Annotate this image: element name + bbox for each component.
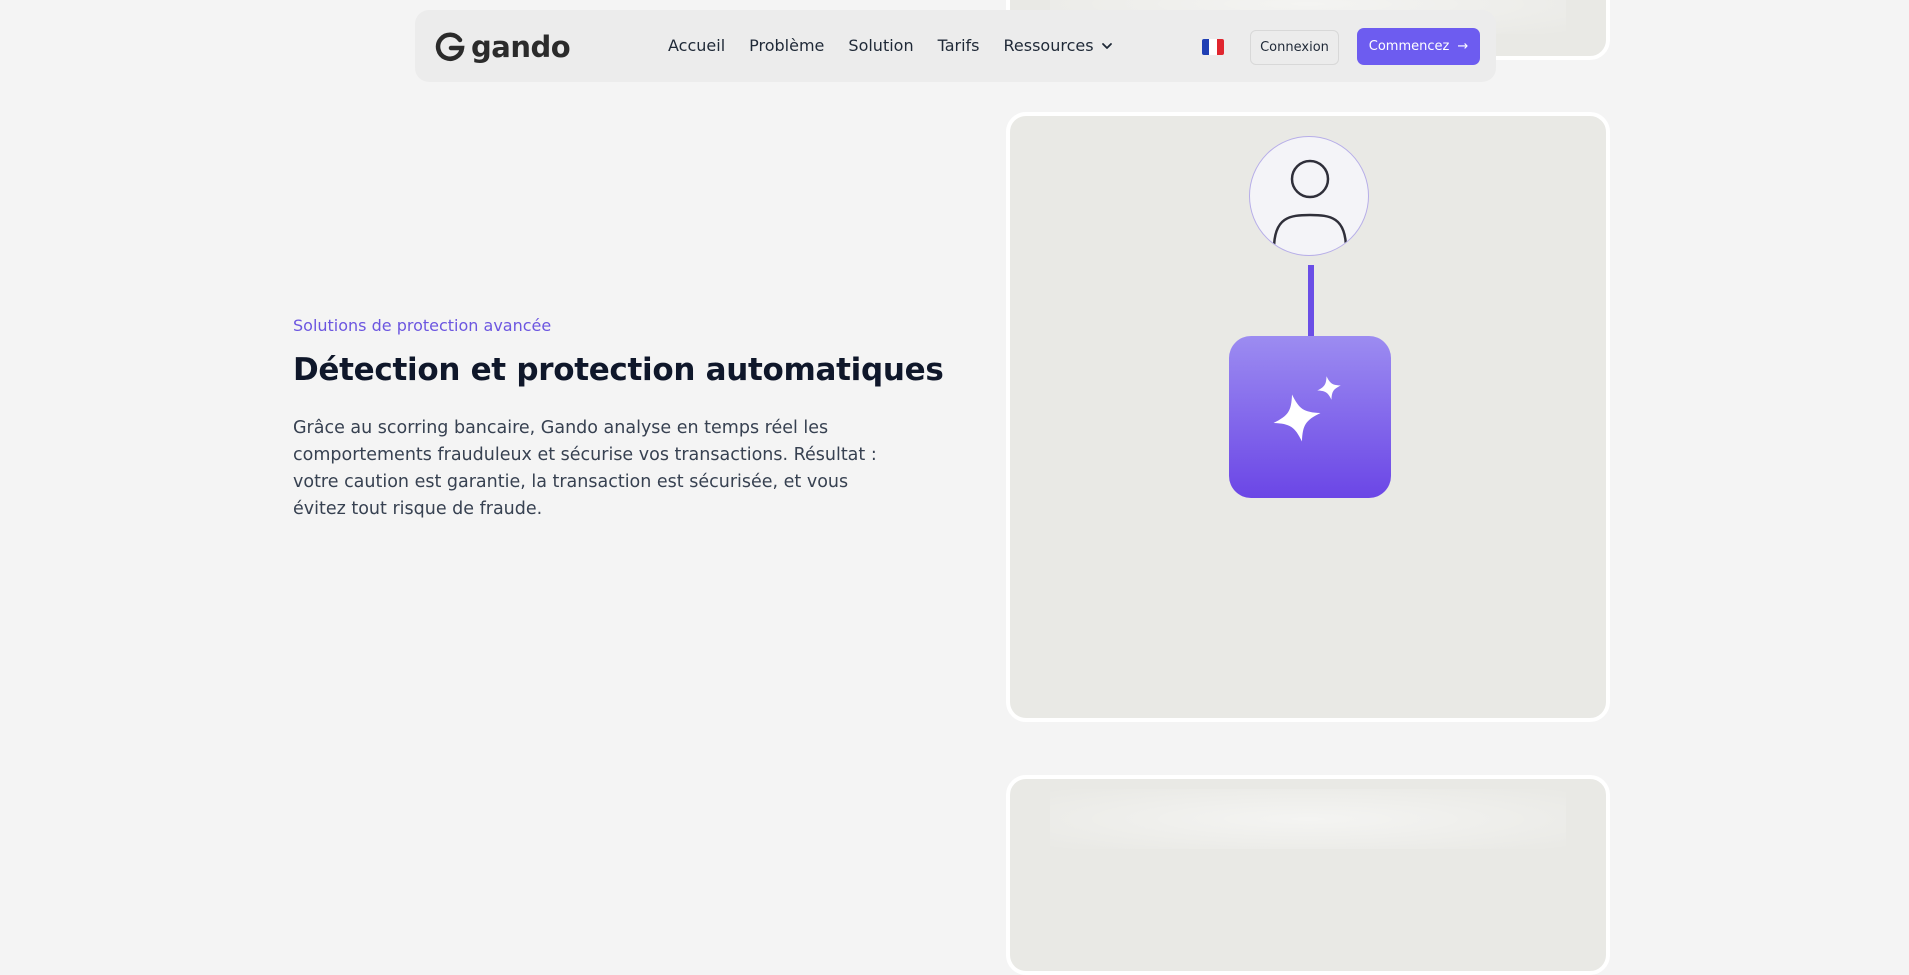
brand-logo[interactable]: gando xyxy=(435,29,571,65)
section-description: Grâce au scorring bancaire, Gando analys… xyxy=(293,418,877,519)
connector-line xyxy=(1308,265,1314,338)
nav-link-tarifs[interactable]: Tarifs xyxy=(938,34,980,58)
gando-logo-icon xyxy=(435,32,465,61)
sparkles-tile xyxy=(1229,336,1391,498)
user-avatar-icon xyxy=(1249,136,1369,256)
feature-card-next xyxy=(1006,775,1610,975)
fr-flag-icon[interactable] xyxy=(1202,39,1224,55)
nav-link-probleme[interactable]: Problème xyxy=(749,34,824,58)
login-button[interactable]: Connexion xyxy=(1250,30,1339,65)
nav-links: Accueil Problème Solution Tarifs Ressour… xyxy=(668,34,1114,58)
nav-link-accueil[interactable]: Accueil xyxy=(668,34,725,58)
get-started-button[interactable]: Commencez → xyxy=(1357,28,1480,65)
nav-link-solution[interactable]: Solution xyxy=(848,34,913,58)
section-eyebrow: Solutions de protection avancée xyxy=(293,316,552,335)
sparkles-icon xyxy=(1273,376,1341,442)
nav-dropdown-ressources[interactable]: Ressources xyxy=(1004,34,1114,58)
get-started-label: Commencez xyxy=(1368,39,1450,54)
arrow-right-icon: → xyxy=(1457,39,1469,54)
top-navbar: gando Accueil Problème Solution Tarifs R… xyxy=(415,10,1496,82)
nav-dropdown-label: Ressources xyxy=(1003,36,1094,55)
section-title: Détection et protection automatiques xyxy=(293,352,944,388)
chevron-down-icon xyxy=(1101,43,1112,49)
brand-name: gando xyxy=(471,30,571,64)
